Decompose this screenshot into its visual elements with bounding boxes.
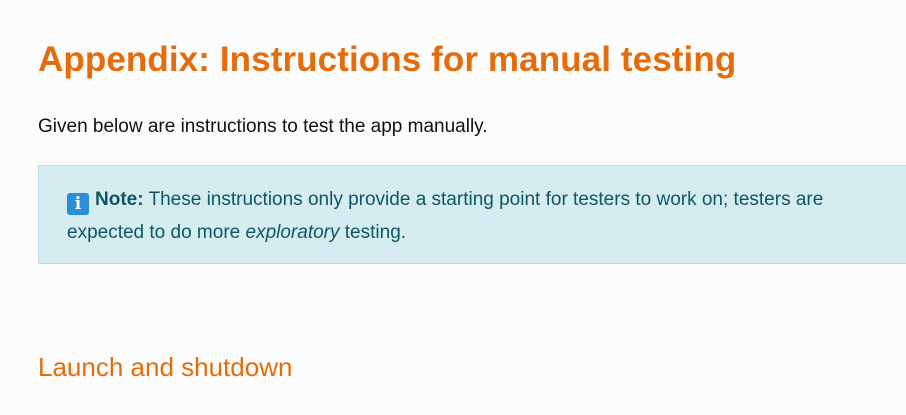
note-text-line2-start: expected to do more: [67, 222, 246, 243]
note-callout: i Note: These instructions only provide a…: [38, 165, 906, 264]
section-heading-launch: Launch and shutdown: [38, 352, 293, 382]
note-text-line2-end: testing.: [339, 222, 407, 243]
note-text-emphasis: exploratory: [245, 222, 340, 243]
note-text-line1: These instructions only provide a starti…: [148, 189, 824, 210]
note-label: Note:: [95, 189, 144, 210]
info-icon: i: [67, 193, 89, 215]
intro-paragraph: Given below are instructions to test the…: [38, 116, 488, 137]
page-title: Appendix: Instructions for manual testin…: [38, 40, 737, 79]
